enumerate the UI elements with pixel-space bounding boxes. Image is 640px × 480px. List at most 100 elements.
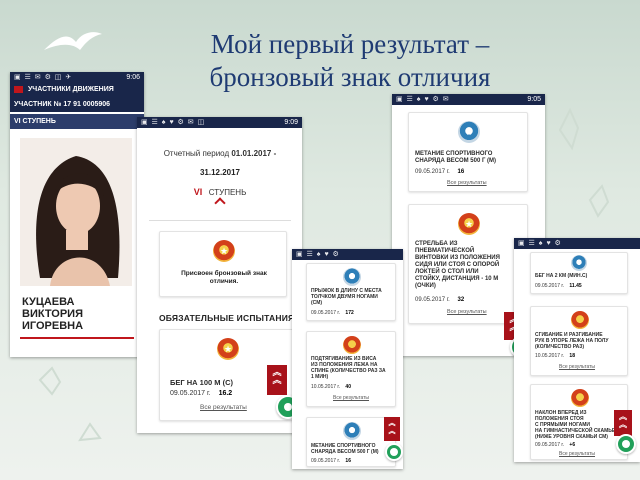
- card-date-row: 09.05.2017 г. 172: [311, 310, 354, 316]
- avatar-photo: [20, 138, 132, 286]
- silver-badge-icon: [343, 268, 361, 286]
- card-date: 09.05.2017 г.: [415, 297, 450, 303]
- card-result: 172: [345, 310, 354, 316]
- scroll-top-icon[interactable]: ︽︽: [384, 417, 400, 441]
- status-time: 9:05: [527, 96, 541, 103]
- test-name: БЕГ НА 100 М (С): [170, 378, 233, 387]
- card-result: 18: [569, 353, 575, 359]
- card-title-line-4: СИДЯ ИЛИ СТОЯ С ОПОРОЙ: [415, 262, 500, 268]
- stage-label: VI СТУПЕНЬ: [10, 114, 144, 129]
- card-title: БЕГ НА 2 КМ (МИН.С): [535, 273, 588, 279]
- card-result: +6: [569, 442, 576, 448]
- award-card: ★ Присвоен бронзовый знак отличия.: [159, 231, 287, 297]
- status-time: 9:09: [284, 119, 298, 126]
- chevron-up-icon[interactable]: [214, 197, 226, 209]
- card-title-line-5: (НИЖЕ УРОВНЯ СКАМЬИ СМ): [535, 434, 608, 440]
- all-results-link[interactable]: Все результаты: [333, 395, 369, 401]
- status-icons: ▣ ☰ ♠ ♥ ⚙: [296, 251, 340, 258]
- card-title: СТРЕЛЬБА ИЗ ПНЕВМАТИЧЕСКОЙ ВИНТОВКИ ИЗ П…: [415, 241, 500, 290]
- card-title-line-6: СТОЙКУ, ДИСТАНЦИЯ - 10 М: [415, 276, 499, 282]
- card-date-row: 10.05.2017 г. 18: [535, 353, 575, 359]
- all-results-link[interactable]: Все результаты: [200, 404, 247, 411]
- silver-badge-icon: [571, 255, 587, 271]
- card-date-row: 09.05.2017 г. 16: [415, 169, 464, 175]
- result-card: БЕГ НА 2 КМ (МИН.С) 09.05.2017 г. 11.45: [530, 252, 628, 294]
- card-date: 09.05.2017 г.: [311, 458, 341, 464]
- award-screenshot: ▣ ☰ ♠ ♥ ⚙ ✉ ◫ 9:09 Отчетный период 01.01…: [137, 117, 302, 433]
- card-title-line-2: СНАРЯДА ВЕСОМ 500 Г (М): [415, 158, 497, 164]
- period-panel: Отчетный период 01.01.2017 - 31.12.2017 …: [149, 135, 291, 221]
- card-result: 11.45: [569, 283, 582, 289]
- card-date: 09.05.2017 г.: [535, 442, 565, 448]
- status-bar: ▣ ☰ ♠ ♥ ⚙ ✉ ◫ 9:09: [137, 117, 302, 128]
- period-from: 01.01.2017 -: [231, 149, 277, 158]
- card-result: 16: [345, 458, 351, 464]
- card-title-line-7: (ОЧКИ): [415, 283, 436, 289]
- bronze-badge-icon: [343, 336, 361, 354]
- bronze-badge-icon: ★: [213, 240, 235, 262]
- card-title-line-3: (СМ): [311, 300, 323, 306]
- participant-name: КУЦАЕВА ВИКТОРИЯ ИГОРЕВНА: [22, 296, 83, 332]
- card-date: 09.05.2017 г.: [311, 310, 341, 316]
- chat-icon[interactable]: [385, 443, 403, 461]
- slide-title-line-1: Мой первый результат –: [210, 29, 490, 59]
- status-bar: ▣ ☰ ✉ ⚙ ◫ ✈ 9:06: [10, 72, 144, 83]
- card-date: 10.05.2017 г.: [311, 384, 341, 390]
- bronze-badge-icon: [571, 389, 589, 407]
- card-title: ПОДТЯГИВАНИЕ ИЗ ВИСА ИЗ ПОЛОЖЕНИЯ ЛЕЖА Н…: [311, 356, 386, 380]
- profile-screenshot: ▣ ☰ ✉ ⚙ ◫ ✈ 9:06 УЧАСТНИКИ ДВИЖЕНИЯ УЧАС…: [10, 72, 144, 357]
- status-bar: ▣ ☰ ♠ ♥ ⚙: [514, 238, 640, 249]
- award-text: Присвоен бронзовый знак отличия.: [160, 270, 288, 286]
- status-icons: ▣ ☰ ♠ ♥ ⚙ ✉: [396, 96, 450, 103]
- scroll-top-icon[interactable]: ︽︽: [267, 365, 287, 395]
- name-line-1: КУЦАЕВА: [22, 296, 75, 308]
- bronze-badge-icon: [571, 311, 589, 329]
- award-text-line-2: отличия.: [209, 278, 239, 285]
- card-title-line-2: ПНЕВМАТИЧЕСКОЙ: [415, 248, 475, 254]
- card-result: 40: [345, 384, 351, 390]
- result-card: ПОДТЯГИВАНИЕ ИЗ ВИСА ИЗ ПОЛОЖЕНИЯ ЛЕЖА Н…: [306, 331, 396, 407]
- results-screenshot-b: ▣ ☰ ♠ ♥ ⚙ ПРЫЖОК В ДЛИНУ С МЕСТА ТОЛЧКОМ…: [292, 249, 403, 469]
- result-card: СГИБАНИЕ И РАЗГИБАНИЕ РУК В УПОРЕ ЛЕЖА Н…: [530, 306, 628, 376]
- card-title-line-1: МЕТАНИЕ СПОРТИВНОГО: [415, 151, 493, 157]
- status-icons: ▣ ☰ ✉ ⚙ ◫ ✈: [14, 74, 73, 81]
- participant-id: УЧАСТНИК № 17 91 0005906: [10, 97, 144, 112]
- card-title: СГИБАНИЕ И РАЗГИБАНИЕ РУК В УПОРЕ ЛЕЖА Н…: [535, 332, 608, 350]
- period-to: 31.12.2017: [199, 168, 241, 177]
- period-label: Отчетный период: [163, 149, 230, 158]
- status-bar: ▣ ☰ ♠ ♥ ⚙: [292, 249, 403, 260]
- award-text-line-1: Присвоен бронзовый знак: [181, 270, 267, 277]
- card-title: МЕТАНИЕ СПОРТИВНОГО СНАРЯДА ВЕСОМ 500 Г …: [311, 443, 379, 455]
- stage-numeral: VI: [193, 187, 203, 197]
- card-date-row: 09.05.2017 г. 11.45: [535, 283, 582, 289]
- menu-icon[interactable]: [14, 85, 23, 93]
- all-results-link[interactable]: Все результаты: [559, 364, 595, 370]
- bronze-badge-icon: ★: [458, 213, 480, 235]
- card-title-line-1: СТРЕЛЬБА ИЗ: [415, 241, 458, 247]
- stage-word: СТУПЕНЬ: [208, 188, 247, 197]
- all-results-link[interactable]: Все результаты: [447, 180, 487, 186]
- result-card: МЕТАНИЕ СПОРТИВНОГО СНАРЯДА ВЕСОМ 500 Г …: [306, 417, 396, 467]
- test-date-row: 09.05.2017 г. 16.2: [170, 390, 232, 397]
- bronze-badge-icon: ★: [217, 338, 239, 360]
- card-title-line-3: ВИНТОВКИ ИЗ ПОЛОЖЕНИЯ: [415, 255, 500, 261]
- all-results-link[interactable]: Все результаты: [559, 451, 595, 457]
- status-icons: ▣ ☰ ♠ ♥ ⚙ ✉ ◫: [141, 119, 206, 126]
- all-results-link[interactable]: Все результаты: [447, 309, 487, 315]
- card-date: 10.05.2017 г.: [535, 353, 565, 359]
- card-date-row: 09.05.2017 г. 32: [415, 297, 464, 303]
- card-date-row: 10.05.2017 г. 40: [311, 384, 351, 390]
- card-date: 09.05.2017 г.: [535, 283, 565, 289]
- card-date-row: 09.05.2017 г. +6: [535, 442, 575, 448]
- test-result: 16.2: [218, 390, 233, 397]
- period-row: Отчетный период 01.01.2017 -: [149, 149, 291, 158]
- name-line-2: ВИКТОРИЯ: [22, 308, 83, 320]
- card-result: 32: [457, 297, 465, 303]
- scroll-top-icon[interactable]: ︽︽: [614, 410, 632, 436]
- card-title-line-3: (КОЛИЧЕСТВО РАЗ): [535, 344, 585, 350]
- status-bar: ▣ ☰ ♠ ♥ ⚙ ✉ 9:05: [392, 94, 545, 105]
- results-screenshot-c: ▣ ☰ ♠ ♥ ⚙ БЕГ НА 2 КМ (МИН.С) 09.05.2017…: [514, 238, 640, 462]
- name-line-3: ИГОРЕВНА: [22, 320, 84, 332]
- chat-icon[interactable]: [616, 434, 636, 454]
- bird-logo-icon: [44, 32, 102, 50]
